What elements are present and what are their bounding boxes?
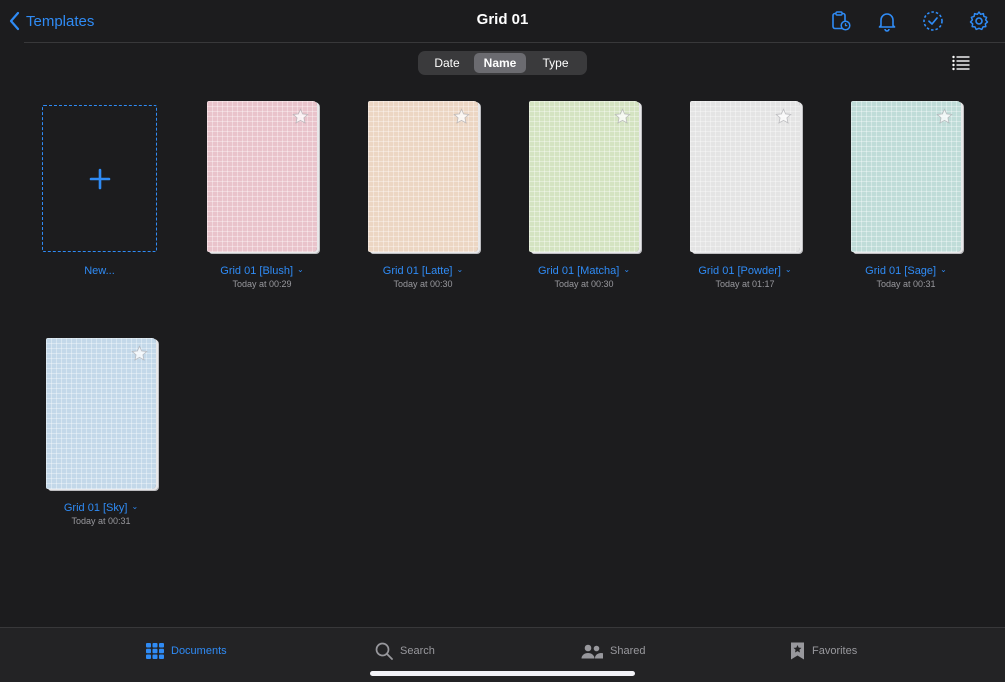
document-name[interactable]: Grid 01 [Blush] ⌄ (182, 265, 342, 277)
chevron-down-icon[interactable]: ⌄ (940, 265, 947, 274)
document-thumbnail[interactable] (529, 101, 639, 252)
tab-favorites[interactable]: Favorites (790, 640, 857, 662)
document-name-label: Grid 01 [Latte] (382, 265, 453, 277)
document-thumbnail[interactable] (690, 101, 800, 252)
bell-icon[interactable] (875, 9, 899, 33)
new-document-button[interactable] (42, 105, 157, 252)
document-name-label: Grid 01 [Blush] (220, 265, 294, 277)
search-icon (375, 642, 393, 660)
check-circle-icon[interactable] (921, 9, 945, 33)
tab-shared[interactable]: Shared (581, 640, 645, 662)
tab-shared-label: Shared (610, 645, 646, 657)
tab-documents-label: Documents (171, 645, 227, 657)
sort-segmented-control: Date Name Type (418, 51, 587, 75)
tab-search[interactable]: Search (375, 640, 435, 662)
star-icon[interactable] (614, 108, 631, 125)
star-icon[interactable] (131, 345, 148, 362)
gear-icon[interactable] (967, 9, 991, 33)
chevron-down-icon[interactable]: ⌄ (785, 265, 792, 274)
document-thumbnail[interactable] (368, 101, 478, 252)
tab-favorites-label: Favorites (812, 645, 858, 657)
document-name[interactable]: Grid 01 [Latte] ⌄ (343, 265, 503, 277)
bookmark-star-icon (791, 642, 804, 660)
document-name[interactable]: Grid 01 [Matcha] ⌄ (504, 265, 664, 277)
tab-documents[interactable]: Documents (146, 640, 227, 662)
clipboard-clock-icon[interactable] (829, 9, 853, 33)
sort-name-option[interactable]: Name (474, 53, 526, 73)
navigation-bar: Templates Grid 01 (0, 0, 1005, 43)
document-date: Today at 00:30 (393, 279, 453, 289)
star-icon[interactable] (936, 108, 953, 125)
tab-search-label: Search (400, 645, 435, 657)
document-date: Today at 00:30 (554, 279, 614, 289)
document-name-label: Grid 01 [Powder] (698, 265, 781, 277)
document-date: Today at 00:31 (876, 279, 936, 289)
people-icon (581, 644, 603, 658)
list-icon[interactable] (952, 55, 970, 71)
plus-icon (89, 168, 110, 189)
document-name[interactable]: Grid 01 [Sky] ⌄ (21, 502, 181, 514)
document-name[interactable]: Grid 01 [Powder] ⌄ (665, 265, 825, 277)
sort-type-option[interactable]: Type (526, 53, 585, 73)
document-name[interactable]: Grid 01 [Sage] ⌄ (826, 265, 986, 277)
sort-date-option[interactable]: Date (420, 53, 474, 73)
document-thumbnail[interactable] (851, 101, 961, 252)
document-name-label: Grid 01 [Sage] (865, 265, 937, 277)
chevron-down-icon[interactable]: ⌄ (623, 265, 630, 274)
new-document-label[interactable]: New... (42, 265, 157, 277)
chevron-down-icon[interactable]: ⌄ (131, 502, 138, 511)
document-thumbnail[interactable] (207, 101, 317, 252)
star-icon[interactable] (292, 108, 309, 125)
document-name-label: Grid 01 [Matcha] (537, 265, 620, 277)
header-divider (24, 42, 1005, 43)
chevron-down-icon[interactable]: ⌄ (297, 265, 304, 274)
document-date: Today at 00:29 (232, 279, 292, 289)
document-date: Today at 01:17 (715, 279, 775, 289)
grid-icon (146, 643, 164, 659)
star-icon[interactable] (453, 108, 470, 125)
star-icon[interactable] (775, 108, 792, 125)
document-date: Today at 00:31 (71, 516, 131, 526)
document-thumbnail[interactable] (46, 338, 156, 489)
home-indicator (370, 671, 635, 676)
document-name-label: Grid 01 [Sky] (63, 502, 128, 514)
chevron-down-icon[interactable]: ⌄ (457, 265, 464, 274)
